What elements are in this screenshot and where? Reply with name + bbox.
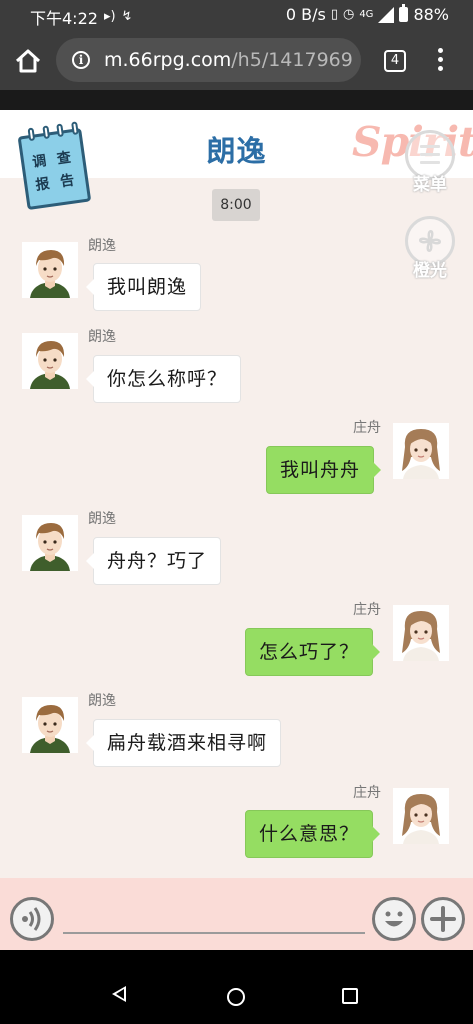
- sender-name: 朗逸: [88, 329, 116, 345]
- message-bubble: 怎么巧了？: [245, 628, 381, 676]
- fan-icon: [419, 230, 441, 252]
- url-text[interactable]: m.66rpg.com/h5/1417969: [104, 49, 353, 71]
- menu-button[interactable]: 菜单: [403, 130, 457, 196]
- battery-icon: [399, 4, 409, 22]
- message-bubble: 什么意思？: [245, 810, 381, 858]
- message-bubble: 扁舟载酒来相寻啊: [85, 719, 282, 767]
- missed-call-icon: ↯: [121, 9, 133, 24]
- volume-icon: ▸): [103, 9, 116, 24]
- message-bubble: 我叫舟舟: [266, 446, 382, 494]
- notebook-icon: 调 查 报 告: [17, 121, 92, 211]
- page-top-band: [0, 90, 473, 110]
- home-circle-icon[interactable]: [227, 988, 245, 1006]
- browser-toolbar: i m.66rpg.com/h5/1417969 4: [0, 30, 473, 90]
- sender-name: 庄舟: [353, 785, 381, 801]
- url-domain: m.66rpg.com: [104, 49, 232, 71]
- message-input[interactable]: [63, 904, 365, 934]
- system-nav-bar: [0, 950, 473, 1024]
- orange-light-label: 橙光: [413, 261, 447, 281]
- menu-label: 菜单: [413, 175, 447, 195]
- sender-name: 庄舟: [353, 602, 381, 618]
- back-icon[interactable]: [112, 986, 126, 1002]
- signal-icon: [378, 6, 395, 23]
- recents-icon[interactable]: [342, 988, 358, 1004]
- orange-light-button[interactable]: 橙光: [403, 216, 457, 282]
- plus-icon[interactable]: [421, 897, 465, 941]
- menu-icon: [420, 145, 440, 165]
- alarm-icon: ◷: [342, 6, 355, 22]
- status-bar: 下午4:22 ▸) ↯ 0 B/s ▯ ◷ 4G 88%: [0, 0, 473, 30]
- time-stamp: 8:00: [212, 189, 260, 221]
- info-icon[interactable]: i: [72, 51, 90, 69]
- url-path: /h5/1417969: [231, 49, 353, 71]
- net-speed: 0 B/s: [285, 5, 326, 24]
- address-bar[interactable]: i m.66rpg.com/h5/1417969: [56, 38, 361, 82]
- message-bubble: 舟舟？巧了: [85, 537, 222, 585]
- message-bubble: 我叫朗逸: [85, 263, 202, 311]
- avatar-langyi[interactable]: [22, 515, 78, 571]
- message-bubble: 你怎么称呼？: [85, 355, 242, 403]
- network-type: 4G: [359, 8, 374, 20]
- vibrate-icon: ▯: [330, 6, 338, 22]
- tab-switcher-button[interactable]: 4: [384, 50, 406, 72]
- sender-name: 朗逸: [88, 693, 116, 709]
- avatar-zhuangzhou[interactable]: [393, 605, 449, 661]
- avatar-zhuangzhou[interactable]: [393, 788, 449, 844]
- game-chat-screen: 朗逸 调 查 报 告 Spirit 菜单 橙光 8:00 朗逸 我叫朗逸 朗逸 …: [0, 110, 473, 950]
- battery-level: 88%: [413, 5, 449, 24]
- voice-icon[interactable]: [10, 897, 54, 941]
- home-icon[interactable]: [14, 48, 42, 74]
- avatar-langyi[interactable]: [22, 242, 78, 298]
- emoji-icon[interactable]: [372, 897, 416, 941]
- avatar-langyi[interactable]: [22, 333, 78, 389]
- avatar-zhuangzhou[interactable]: [393, 423, 449, 479]
- sender-name: 朗逸: [88, 238, 116, 254]
- sender-name: 庄舟: [353, 420, 381, 436]
- sender-name: 朗逸: [88, 511, 116, 527]
- more-vert-icon[interactable]: [434, 48, 446, 74]
- investigation-report-button[interactable]: 调 查 报 告: [13, 119, 96, 212]
- status-time: 下午4:22: [30, 9, 98, 28]
- chat-input-bar: [0, 878, 473, 950]
- avatar-langyi[interactable]: [22, 697, 78, 753]
